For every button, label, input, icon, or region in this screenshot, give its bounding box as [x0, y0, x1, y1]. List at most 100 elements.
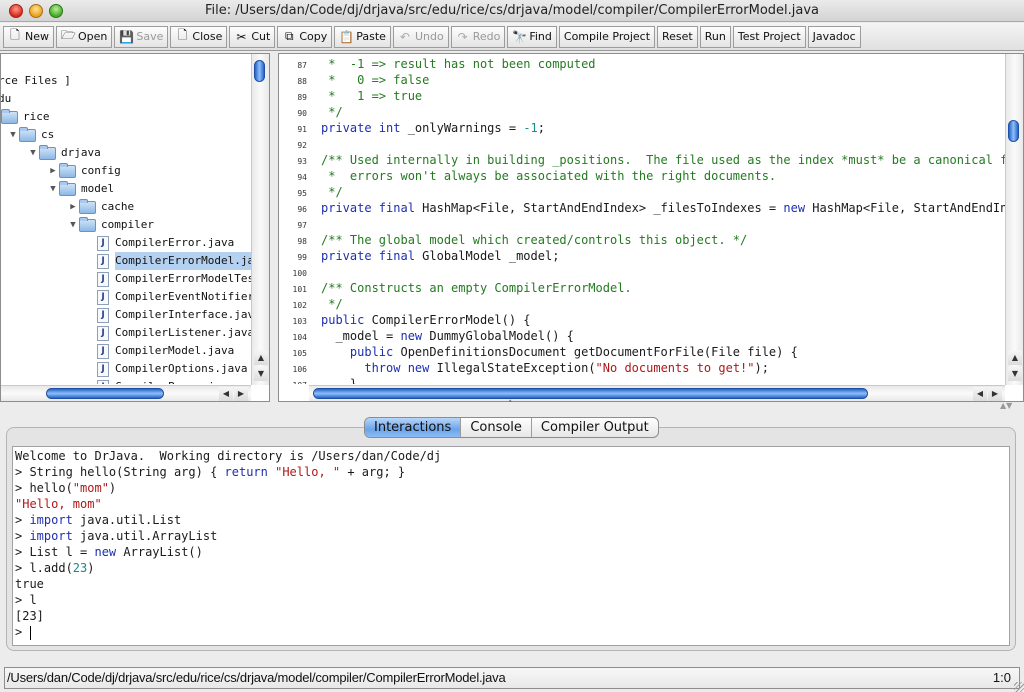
code-line: 94 * errors won't always be associated w…: [279, 168, 776, 184]
tree-folder-item[interactable]: du: [1, 90, 11, 108]
tree-item-label: config: [81, 164, 121, 177]
tab-interactions[interactable]: Interactions: [365, 418, 462, 437]
divider-collapse-icons[interactable]: ▲▼: [1000, 401, 1012, 410]
tree-folder-item[interactable]: ▶ cache: [67, 198, 134, 216]
tree-scroll-left-button[interactable]: ◀: [219, 387, 233, 401]
compile-project-button[interactable]: Compile Project: [558, 25, 656, 48]
tree-item-label: CompilerError.java: [115, 236, 235, 249]
tree-file-item[interactable]: J CompilerInterface.java: [97, 306, 251, 324]
code-token: GlobalModel _model;: [414, 249, 560, 263]
open-button[interactable]: 🗁 Open: [56, 25, 113, 48]
find-button[interactable]: 🔭 Find: [507, 25, 557, 48]
tab-console[interactable]: Console: [461, 418, 532, 437]
tree-folder-item[interactable]: ▼ drjava: [27, 144, 101, 162]
close-file-icon: 🗋: [177, 28, 188, 42]
interactions-pane[interactable]: Welcome to DrJava. Working directory is …: [12, 446, 1010, 646]
editor-scroll-right-button[interactable]: ▶: [988, 387, 1002, 401]
tree-horizontal-scroll-thumb[interactable]: [46, 388, 164, 399]
tree-folder-item[interactable]: ▼ cs: [7, 126, 54, 144]
divider-up-arrow-icon[interactable]: ˄: [508, 400, 513, 410]
button-label: Run: [704, 30, 726, 43]
save-disk-icon: 💾: [119, 29, 135, 44]
editor-horizontal-scrollbar[interactable]: ◀ ▶: [309, 385, 1005, 401]
expanded-triangle-icon[interactable]: ▼: [47, 180, 59, 198]
code-token: */: [321, 185, 343, 199]
tree-scroll-up-button[interactable]: ▲: [254, 351, 268, 365]
reset-button[interactable]: Reset: [657, 25, 698, 48]
new-button[interactable]: 🗋 New: [3, 25, 54, 48]
interaction-line: [23]: [15, 608, 44, 624]
expanded-triangle-icon[interactable]: ▼: [27, 144, 39, 162]
tree-folder-item[interactable]: rice: [1, 108, 50, 126]
code-line: 88 * 0 => false: [279, 72, 429, 88]
code-line: 99 private final GlobalModel _model;: [279, 248, 559, 264]
collapsed-triangle-icon[interactable]: ▶: [47, 162, 59, 180]
console-token: return: [224, 465, 268, 479]
java-file-icon: J: [97, 307, 109, 323]
code-token: * 1 => true: [321, 89, 423, 103]
editor-vertical-scroll-thumb[interactable]: [1008, 120, 1019, 142]
code-line: 93/** Used internally in building _posit…: [279, 152, 1005, 168]
tree-file-item[interactable]: J CompilerOptions.java: [97, 360, 247, 378]
tree-folder-item[interactable]: ▶ config: [47, 162, 121, 180]
redo-button[interactable]: ↷ Redo: [450, 25, 506, 48]
interaction-line: true: [15, 576, 44, 592]
tree-folder-item[interactable]: rce Files ]: [1, 72, 71, 90]
java-file-icon: J: [97, 379, 109, 384]
save-button[interactable]: 💾 Save: [114, 25, 169, 48]
drjava-window: File: /Users/dan/Code/dj/drjava/src/edu/…: [0, 0, 1024, 692]
cut-button[interactable]: ✂ Cut: [229, 25, 276, 48]
editor-scroll-left-button[interactable]: ◀: [973, 387, 987, 401]
tree-file-item[interactable]: J CompilerErrorModelTest.java: [97, 270, 251, 288]
tree-file-item[interactable]: J CompilerModel.java: [97, 342, 234, 360]
tree-folder-item[interactable]: ▼ compiler: [67, 216, 154, 234]
undo-button[interactable]: ↶ Undo: [392, 25, 449, 48]
code-line: 87 * -1 => result has not been computed: [279, 56, 595, 72]
code-token: /** The global model which created/contr…: [321, 233, 748, 247]
tree-file-item[interactable]: J CompilerErrorModel.java: [97, 252, 251, 270]
tree-horizontal-scrollbar[interactable]: ◀ ▶: [1, 385, 251, 401]
tree-scroll-right-button[interactable]: ▶: [234, 387, 248, 401]
code-line: 98/** The global model which created/con…: [279, 232, 747, 248]
paste-button[interactable]: 📋 Paste: [334, 25, 391, 48]
code-token: */: [321, 105, 343, 119]
tree-file-item[interactable]: J CompilerListener.java: [97, 324, 251, 342]
tree-file-item[interactable]: J CompilerProxy.java: [97, 378, 234, 384]
copy-button[interactable]: ⧉ Copy: [277, 25, 333, 48]
code-token: new: [783, 201, 806, 215]
tab-compiler-output[interactable]: Compiler Output: [532, 418, 658, 437]
folder-icon: [79, 198, 96, 214]
collapsed-triangle-icon[interactable]: ▶: [67, 198, 79, 216]
tree-folder-item[interactable]: ▼ model: [47, 180, 114, 198]
title-bar[interactable]: File: /Users/dan/Code/dj/drjava/src/edu/…: [0, 0, 1024, 22]
console-token: > hello(: [15, 481, 73, 495]
tree-file-item[interactable]: J CompilerError.java: [97, 234, 234, 252]
code-token: /** Used internally in building _positio…: [321, 153, 1005, 167]
resize-grip[interactable]: [1014, 682, 1024, 692]
editor-scroll-down-button[interactable]: ▼: [1008, 367, 1022, 381]
close-button[interactable]: 🗋 Close: [170, 25, 228, 48]
new-file-icon: 🗋: [10, 28, 20, 42]
expanded-triangle-icon[interactable]: ▼: [7, 126, 19, 144]
editor-vertical-scrollbar[interactable]: ▲ ▼: [1005, 54, 1023, 385]
interaction-line: Welcome to DrJava. Working directory is …: [15, 448, 441, 464]
tree-vertical-scroll-thumb[interactable]: [254, 60, 265, 82]
editor-horizontal-scroll-thumb[interactable]: [313, 388, 868, 399]
tree-vertical-scrollbar[interactable]: ▲ ▼: [251, 54, 269, 385]
test-project-button[interactable]: Test Project: [732, 25, 806, 48]
console-token: java.util.ArrayList: [72, 529, 218, 543]
tree-file-item[interactable]: J CompilerEventNotifier.java: [97, 288, 251, 306]
javadoc-button[interactable]: Javadoc: [807, 25, 861, 48]
run-button[interactable]: Run: [699, 25, 731, 48]
code-token: public: [321, 345, 394, 359]
java-file-icon: J: [97, 253, 109, 269]
editor-scroll-up-button[interactable]: ▲: [1008, 351, 1022, 365]
button-label: Copy: [299, 30, 328, 43]
console-token: true: [15, 577, 44, 591]
code-editor[interactable]: 87 * -1 => result has not been computed 8…: [279, 54, 1005, 384]
expanded-triangle-icon[interactable]: ▼: [67, 216, 79, 234]
split-pane-divider[interactable]: ˄ ▲▼: [0, 400, 1024, 414]
tree-scroll-down-button[interactable]: ▼: [254, 367, 268, 381]
tree-item-label: CompilerOptions.java: [115, 362, 248, 375]
clipboard-icon: 📋: [339, 29, 355, 44]
